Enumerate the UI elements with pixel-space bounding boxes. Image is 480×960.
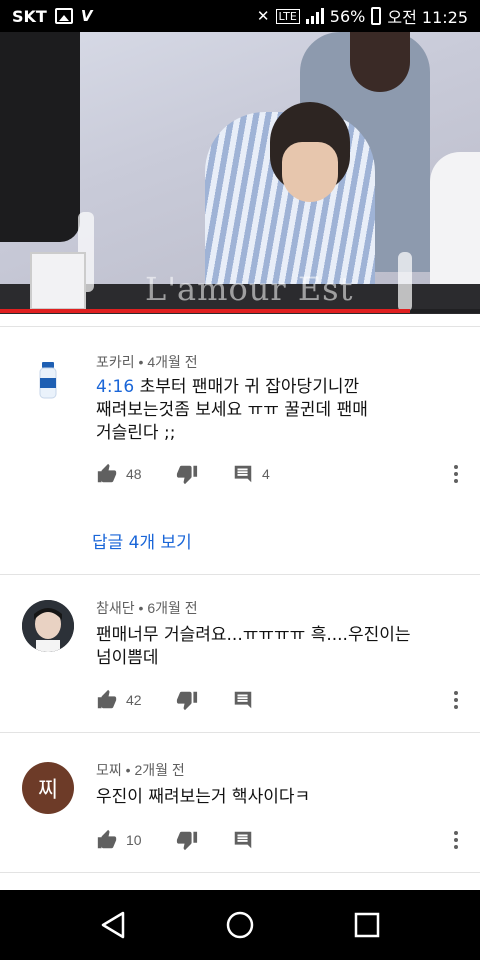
avatar[interactable]: 찌 <box>22 762 74 814</box>
data-icon: LTE <box>275 8 300 24</box>
like-button[interactable]: 42 <box>96 689 176 711</box>
video-progress-bar[interactable] <box>0 309 480 313</box>
signal-icon <box>305 8 324 24</box>
reply-button[interactable] <box>232 689 292 711</box>
reply-icon <box>232 463 254 485</box>
comment-age: 4개월 전 <box>147 354 198 370</box>
comment-item: 참새단 • 6개월 전 팬매너무 거슬려요...ㅠㅠㅠㅠ 흑....우진이는 넘… <box>0 574 480 732</box>
mute-icon: ✕ <box>256 7 270 25</box>
dislike-button[interactable] <box>176 463 232 485</box>
comment-text-line: 거슬린다 ;; <box>96 423 176 443</box>
more-options-icon[interactable] <box>446 828 466 852</box>
reply-button[interactable] <box>232 829 292 851</box>
pocari-bottle-avatar <box>39 362 57 399</box>
more-options-icon[interactable] <box>446 688 466 712</box>
divider <box>0 872 480 873</box>
video-bottle <box>398 252 412 312</box>
comment-actions: 42 <box>96 688 292 712</box>
battery-percent: 56% <box>329 6 366 26</box>
status-bar: SKT V ✕ LTE 56% 오전 11:25 <box>0 0 480 32</box>
image-icon <box>54 8 73 24</box>
reply-button[interactable]: 4 <box>232 463 292 485</box>
volte-icon: V <box>80 7 93 25</box>
comment-meta: 포카리 • 4개월 전 <box>96 354 198 370</box>
comment-author[interactable]: 포카리 <box>96 354 135 370</box>
thumbs-down-icon <box>176 463 198 485</box>
battery-icon <box>371 7 382 25</box>
like-count: 10 <box>126 832 142 848</box>
view-replies-button[interactable]: 답글 4개 보기 <box>92 528 192 553</box>
system-nav-bar <box>0 890 480 960</box>
reply-icon <box>232 829 254 851</box>
video-figure <box>350 32 410 92</box>
carrier-label: SKT <box>12 6 47 26</box>
dislike-button[interactable] <box>176 689 232 711</box>
comment-author[interactable]: 모찌 <box>96 762 122 778</box>
comment-item: 찌 모찌 • 2개월 전 우진이 째려보는거 핵사이다ㅋ 10 <box>0 732 480 872</box>
avatar[interactable] <box>22 600 74 652</box>
video-figure <box>282 142 338 202</box>
comment-actions: 10 <box>96 828 292 852</box>
recents-icon[interactable] <box>344 902 390 948</box>
thumbs-up-icon <box>96 463 118 485</box>
clock: 오전 11:25 <box>387 8 468 27</box>
like-count: 48 <box>126 466 142 482</box>
comment-age: 6개월 전 <box>147 600 198 616</box>
comment-text: 팬매너무 거슬려요...ㅠㅠㅠㅠ 흑....우진이는 넘이쁨데 <box>96 624 466 670</box>
thumbs-up-icon <box>96 829 118 851</box>
thumbs-down-icon <box>176 829 198 851</box>
home-icon[interactable] <box>217 902 263 948</box>
comment-text-line: 우진이 째려보는거 핵사이다ㅋ <box>96 787 311 807</box>
comment-meta: 모찌 • 2개월 전 <box>96 762 185 778</box>
like-button[interactable]: 10 <box>96 829 176 851</box>
comment-item: 포카리 • 4개월 전 4:16 초부터 팬매가 귀 잡아당기니깐 째려보는것좀… <box>0 326 480 574</box>
comment-author[interactable]: 참새단 <box>96 600 135 616</box>
like-button[interactable]: 48 <box>96 463 176 485</box>
video-player[interactable]: L'amour Est <box>0 32 480 314</box>
comment-text-line: 넘이쁨데 <box>96 648 159 668</box>
thumbs-up-icon <box>96 689 118 711</box>
comment-text-line: 째려보는것좀 보세요 ㅠㅠ 꿀귄데 팬매 <box>96 400 368 420</box>
comment-age: 2개월 전 <box>134 762 185 778</box>
thumbs-down-icon <box>176 689 198 711</box>
timestamp-link[interactable]: 4:16 <box>96 377 134 397</box>
back-icon[interactable] <box>90 902 136 948</box>
comment-text: 4:16 초부터 팬매가 귀 잡아당기니깐 째려보는것좀 보세요 ㅠㅠ 꿀귄데 … <box>96 376 456 445</box>
photo-avatar <box>22 600 74 652</box>
video-watermark: L'amour Est <box>145 270 354 308</box>
comment-meta: 참새단 • 6개월 전 <box>96 600 198 616</box>
video-photo-stand <box>30 252 86 310</box>
comment-actions: 48 4 <box>96 462 292 486</box>
like-count: 42 <box>126 692 142 708</box>
avatar-letter: 찌 <box>37 778 59 803</box>
reply-icon <box>232 689 254 711</box>
reply-count: 4 <box>262 466 270 482</box>
avatar[interactable] <box>22 354 74 406</box>
video-progress-fill <box>0 309 411 313</box>
comment-text: 우진이 째려보는거 핵사이다ㅋ <box>96 786 456 809</box>
video-figure <box>0 32 80 242</box>
more-options-icon[interactable] <box>446 462 466 486</box>
dislike-button[interactable] <box>176 829 232 851</box>
comment-text-line: 팬매너무 거슬려요...ㅠㅠㅠㅠ 흑....우진이는 <box>96 625 411 645</box>
comment-text-line: 초부터 팬매가 귀 잡아당기니깐 <box>134 377 360 397</box>
